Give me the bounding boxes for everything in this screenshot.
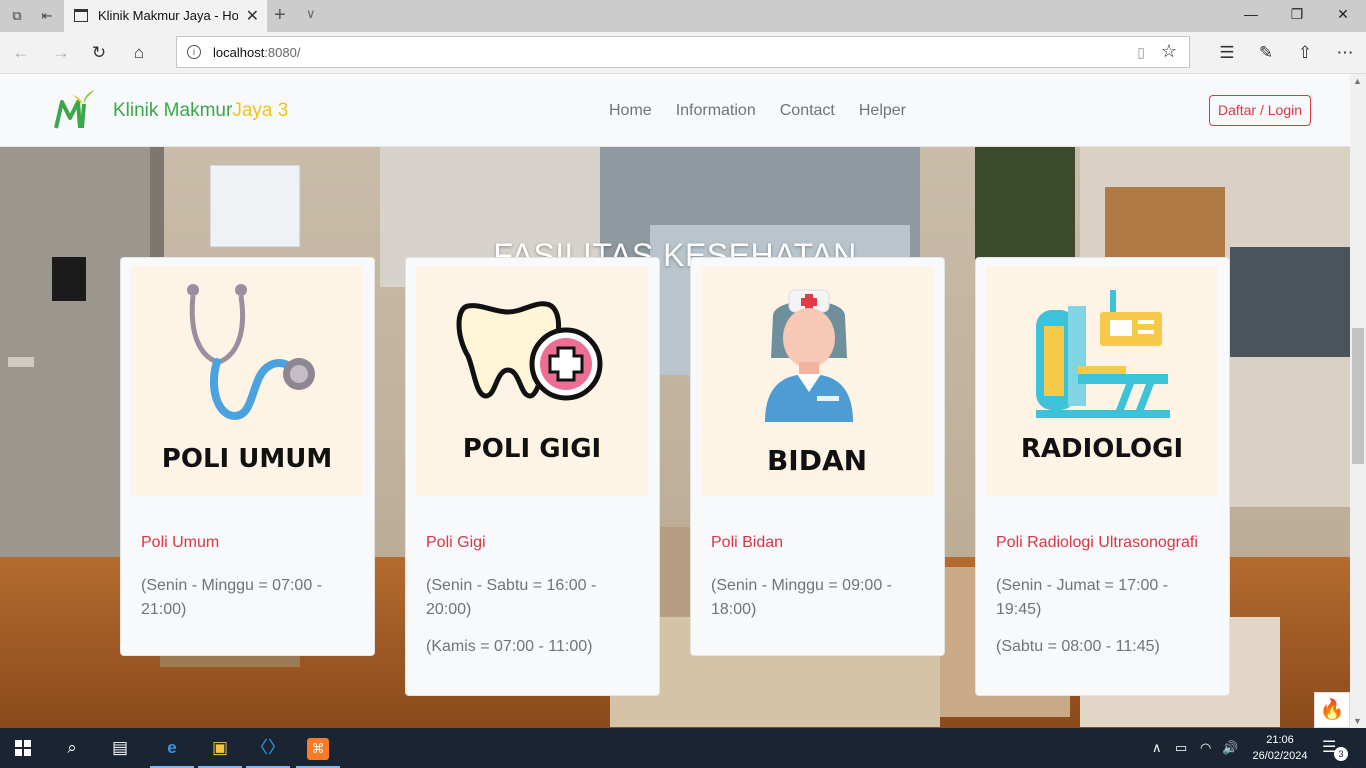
taskbar-clock[interactable]: 21:06 26/02/2024 <box>1240 732 1320 764</box>
tab-close-icon[interactable]: ✕ <box>246 6 259 26</box>
nav-home[interactable]: Home <box>609 102 652 120</box>
forward-icon[interactable]: → <box>50 42 72 64</box>
vscode-icon[interactable]: 〈〉 <box>244 728 292 768</box>
browser-toolbar: ← → ↻ ⌂ i localhost:8080/ ▯ ☆ ☰ ✎ ⇧ ⋯ <box>0 32 1366 74</box>
scroll-down-arrow-icon[interactable]: ▼ <box>1353 716 1362 726</box>
scroll-up-arrow-icon[interactable]: ▲ <box>1353 76 1362 86</box>
facility-image: BIDAN <box>701 266 933 496</box>
browser-tab-strip: ⧉ ⇤ Klinik Makmur Jaya - Ho ✕ + ∨ — ❐ ✕ <box>0 0 1366 32</box>
web-page: Klinik MakmurJaya 3 Home Information Con… <box>0 74 1350 728</box>
facility-title[interactable]: Poli Gigi <box>426 534 486 552</box>
hero-section: FASILITAS KESEHATAN POLI UMUM Poli Umum … <box>0 147 1350 728</box>
facility-title[interactable]: Poli Umum <box>141 534 219 552</box>
tab-manager-icon[interactable]: ⧉ <box>8 7 26 25</box>
tab-title: Klinik Makmur Jaya - Ho <box>98 8 238 23</box>
dev-tools-flame-icon[interactable]: 🔥 <box>1314 692 1350 728</box>
clock-date: 26/02/2024 <box>1252 750 1308 762</box>
facility-image-label: POLI UMUM <box>161 444 333 474</box>
minimize-icon[interactable]: — <box>1241 6 1261 22</box>
notification-count-badge: 3 <box>1334 747 1348 761</box>
facility-title[interactable]: Poli Radiologi Ultrasonografi <box>996 534 1198 552</box>
facility-image-label: RADIOLOGI <box>1020 434 1184 464</box>
site-info-icon[interactable]: i <box>187 45 201 59</box>
page-favicon-icon <box>74 9 88 22</box>
facility-schedule: (Senin - Jumat = 17:00 - 19:45) <box>996 577 1169 618</box>
facility-schedule-extra: (Sabtu = 08:00 - 11:45) <box>996 638 1160 655</box>
browser-tab-active[interactable]: Klinik Makmur Jaya - Ho ✕ <box>64 0 267 32</box>
close-window-icon[interactable]: ✕ <box>1333 6 1353 23</box>
xampp-icon[interactable]: ⌘ <box>294 728 342 768</box>
facility-image: RADIOLOGI <box>986 266 1218 496</box>
set-aside-tabs-icon[interactable]: ⇤ <box>38 7 56 25</box>
nav-helper[interactable]: Helper <box>859 102 906 120</box>
facility-card-poli-umum[interactable]: POLI UMUM Poli Umum (Senin - Minggu = 07… <box>120 257 375 656</box>
windows-taskbar: ⌕ ▤ e ▣ 〈〉 ⌘ ∧ ▭ ◠ 🔊 21:06 26/02/2024 ☰ … <box>0 728 1366 768</box>
nav-contact[interactable]: Contact <box>780 102 835 120</box>
share-icon[interactable]: ⇧ <box>1294 42 1316 64</box>
scrollbar-thumb[interactable] <box>1352 328 1364 464</box>
home-icon[interactable]: ⌂ <box>128 42 150 64</box>
facility-schedule-extra: (Kamis = 07:00 - 11:00) <box>426 638 593 655</box>
nav-information[interactable]: Information <box>676 102 756 120</box>
address-text[interactable]: localhost:8080/ <box>213 45 300 60</box>
facility-schedule: (Senin - Minggu = 09:00 - 18:00) <box>711 577 892 618</box>
new-tab-icon[interactable]: + <box>274 4 286 27</box>
volume-icon[interactable]: 🔊 <box>1222 740 1238 756</box>
facility-image: POLI GIGI <box>416 266 648 496</box>
web-note-icon[interactable]: ✎ <box>1255 42 1277 64</box>
facility-schedule: (Senin - Minggu = 07:00 - 21:00) <box>141 577 322 618</box>
action-center-icon[interactable]: ☰ 3 <box>1322 737 1348 761</box>
reading-view-icon[interactable]: ▯ <box>1137 44 1145 61</box>
task-view-icon[interactable]: ▤ <box>96 728 144 768</box>
site-navbar: Klinik MakmurJaya 3 Home Information Con… <box>0 74 1350 147</box>
favorite-star-icon[interactable]: ☆ <box>1161 41 1177 62</box>
facility-card-poli-radiologi[interactable]: RADIOLOGI Poli Radiologi Ultrasonografi … <box>975 257 1230 696</box>
address-bar[interactable]: i localhost:8080/ ▯ ☆ <box>176 36 1190 68</box>
facility-image-label: BIDAN <box>766 444 868 477</box>
battery-icon[interactable]: ▭ <box>1175 740 1187 756</box>
facility-schedule: (Senin - Sabtu = 16:00 - 20:00) <box>426 577 597 618</box>
site-brand[interactable]: Klinik MakmurJaya 3 <box>113 100 288 122</box>
restore-icon[interactable]: ❐ <box>1287 6 1307 23</box>
facility-title[interactable]: Poli Bidan <box>711 534 783 552</box>
file-explorer-icon[interactable]: ▣ <box>196 728 244 768</box>
windows-start-icon[interactable] <box>15 740 31 756</box>
login-register-button[interactable]: Daftar / Login <box>1209 95 1311 126</box>
site-menu: Home Information Contact Helper <box>609 102 906 120</box>
back-icon[interactable]: ← <box>10 42 32 64</box>
search-icon[interactable]: ⌕ <box>48 728 96 768</box>
facility-image-label: POLI GIGI <box>462 434 602 464</box>
page-scrollbar[interactable]: ▲ ▼ <box>1350 74 1366 728</box>
wifi-icon[interactable]: ◠ <box>1200 740 1211 756</box>
favorites-list-icon[interactable]: ☰ <box>1216 42 1238 64</box>
clock-time: 21:06 <box>1266 734 1294 746</box>
show-hidden-icons-chevron-icon[interactable]: ∧ <box>1152 740 1162 756</box>
more-options-icon[interactable]: ⋯ <box>1334 42 1356 64</box>
refresh-icon[interactable]: ↻ <box>88 42 110 64</box>
clinic-logo-icon[interactable] <box>52 88 96 132</box>
facility-card-poli-bidan[interactable]: BIDAN Poli Bidan (Senin - Minggu = 09:00… <box>690 257 945 656</box>
facility-image: POLI UMUM <box>131 266 363 496</box>
edge-browser-icon[interactable]: e <box>148 728 196 768</box>
tab-preview-chevron-icon[interactable]: ∨ <box>306 6 316 22</box>
facility-card-poli-gigi[interactable]: POLI GIGI Poli Gigi (Senin - Sabtu = 16:… <box>405 257 660 696</box>
